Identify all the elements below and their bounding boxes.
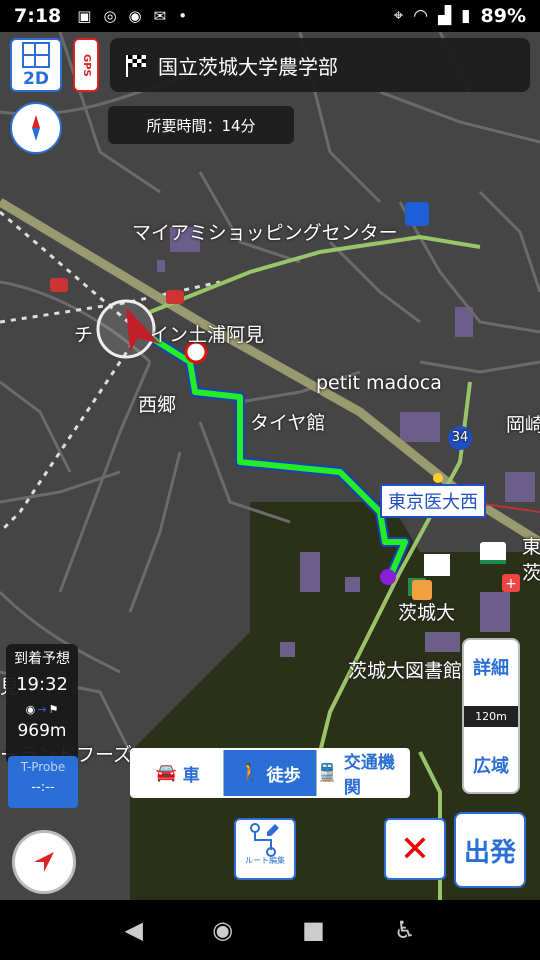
travel-time-label: 所要時間：14分 — [146, 116, 256, 135]
train-icon: 🚆 — [316, 763, 338, 783]
status-time: 7:18 — [14, 5, 62, 27]
locate-arrow-icon — [34, 852, 54, 872]
arrival-distance: 969m — [17, 721, 67, 741]
map-label-okazaki: 岡崎 — [506, 414, 540, 436]
map-label-nishigo: 西郷 — [138, 394, 177, 416]
route-34-shield: 34 — [448, 426, 472, 450]
mode-transit[interactable]: 🚆 交通機関 — [316, 750, 408, 798]
traffic-light-icon — [433, 473, 443, 483]
map-scale: 120m — [464, 705, 518, 727]
origin-icon: ◉ — [25, 702, 36, 716]
compass-button[interactable] — [10, 102, 62, 154]
goal-flag-icon: ⚑ — [48, 702, 59, 716]
checkered-flag-icon — [126, 55, 146, 77]
parking-icon — [405, 202, 429, 226]
zoom-detail-button[interactable]: 詳細 — [473, 640, 509, 694]
dot-icon: • — [178, 7, 188, 25]
map-label-ki: 茨 — [522, 562, 540, 584]
mode-car-label: 車 — [182, 765, 200, 786]
android-nav-bar: ◀ ◉ ■ ♿ — [0, 900, 540, 960]
store-icon — [412, 580, 432, 600]
svg-text:+: + — [505, 576, 517, 592]
mail-icon: ✉ — [153, 7, 167, 25]
travel-time-box: 所要時間：14分 — [108, 106, 294, 144]
tprobe-panel[interactable]: T-Probe --:-- — [8, 756, 78, 808]
transport-mode-selector: 🚘 車 🚶 徒歩 🚆 交通機関 — [130, 748, 410, 798]
cancel-button[interactable]: ✕ — [384, 818, 446, 880]
route-end-dot — [380, 569, 396, 585]
depart-label: 出発 — [463, 837, 516, 868]
arrow-right-icon: → — [37, 702, 47, 716]
locate-button[interactable] — [12, 830, 76, 894]
mode-walk[interactable]: 🚶 徒歩 — [224, 750, 317, 796]
signal-icon: ▟ — [438, 6, 452, 26]
route-edit-button[interactable]: ルート編集 — [234, 818, 296, 880]
chrome-icon: ◉ — [128, 7, 142, 25]
zoom-control: 詳細 120m 広域 — [462, 638, 520, 794]
mode-car[interactable]: 🚘 車 — [132, 750, 225, 796]
route-edit-icon — [250, 823, 279, 857]
walk-icon: 🚶 — [239, 763, 261, 783]
tprobe-label: T-Probe — [20, 760, 66, 774]
location-icon: ⌖ — [393, 6, 404, 26]
eneos-icon-2 — [166, 290, 184, 304]
eneos-icon — [50, 278, 68, 292]
gps-label: GPS — [81, 53, 92, 77]
mode-walk-label: 徒歩 — [266, 765, 301, 786]
view-mode-button[interactable]: 2D — [10, 38, 62, 92]
app-icon: ◎ — [103, 7, 117, 25]
map-label-library: 茨城大図書館 — [348, 660, 463, 682]
car-icon: 🚘 — [155, 763, 177, 783]
view-mode-label: 2D — [23, 69, 49, 89]
status-bar: 7:18 ▣ ◎ ◉ ✉ • ⌖ ◠ ▟ ▮ 89% — [0, 0, 540, 32]
map-label-shopping: マイアミショッピングセンター — [132, 222, 398, 244]
compass-icon — [32, 115, 40, 141]
home-icon[interactable]: ◉ — [212, 916, 233, 944]
arrival-title: 到着予想 — [14, 651, 70, 667]
mode-transit-label: 交通機関 — [343, 753, 395, 798]
destination-name: 国立茨城大学農学部 — [158, 54, 338, 79]
tprobe-value: --:-- — [31, 780, 55, 795]
destination-bar[interactable]: 国立茨城大学農学部 — [110, 38, 530, 92]
map-label-higashi: 東 — [522, 536, 540, 558]
destination-flag-icon — [424, 554, 450, 576]
accessibility-icon[interactable]: ♿ — [394, 916, 416, 944]
arrival-panel: 到着予想 19:32 ◉ → ⚑ 969m — [6, 644, 78, 764]
map-label-tokyo-med: 東京医大西 — [380, 484, 486, 518]
battery-icon: ▮ — [461, 6, 471, 26]
map-grid-icon — [22, 42, 50, 68]
distance-arrow: ◉ → ⚑ — [6, 701, 78, 717]
gps-button[interactable]: GPS — [73, 38, 99, 92]
image-icon: ▣ — [77, 7, 92, 25]
route-edit-label: ルート編集 — [245, 856, 285, 865]
familymart-stripe — [480, 560, 506, 564]
wifi-icon: ◠ — [413, 6, 429, 26]
close-icon: ✕ — [399, 828, 431, 870]
map-label-inn: イン土浦阿見 — [150, 324, 265, 346]
recents-icon[interactable]: ■ — [302, 916, 325, 944]
arrival-time: 19:32 — [16, 674, 68, 695]
depart-button[interactable]: 出発 — [454, 812, 526, 888]
map-label-ibaraki-u: 茨城大 — [398, 602, 456, 624]
railway — [0, 210, 142, 534]
map-label-petit: petit madoca — [316, 372, 442, 394]
battery-percent: 89% — [480, 5, 526, 27]
map-label-taiya: タイヤ館 — [250, 412, 326, 434]
map-label-inn-prefix: チ — [74, 324, 94, 346]
zoom-wide-button[interactable]: 広域 — [473, 738, 509, 792]
map-view[interactable]: + マイアミショッピングセンター チ イン土浦阿見 petit madoca 西… — [0, 32, 540, 900]
notification-icons: ▣ ◎ ◉ ✉ • — [77, 7, 187, 25]
back-icon[interactable]: ◀ — [125, 916, 143, 944]
